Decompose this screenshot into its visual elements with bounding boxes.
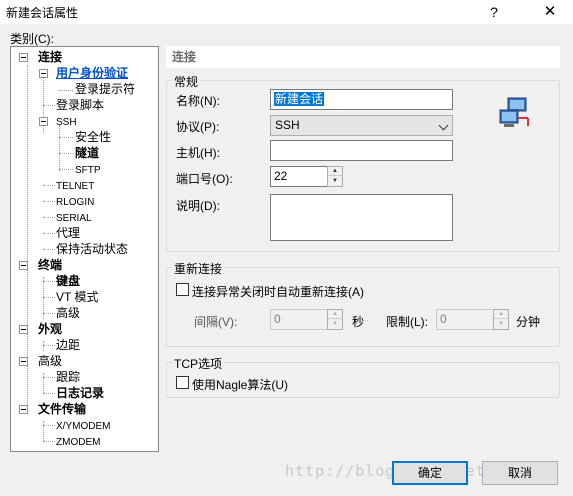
limit-input[interactable]: 0 [436, 309, 494, 330]
name-input[interactable]: 新建会话 [270, 89, 453, 110]
tree-item-login-script[interactable]: 登录脚本 [56, 98, 104, 113]
tree-expander-auth[interactable] [39, 69, 48, 78]
reconnect-group-title: 重新连接 [172, 260, 225, 277]
tree-expander-connection[interactable] [19, 53, 28, 62]
tree-item-login-prompt[interactable]: 登录提示符 [75, 82, 135, 97]
limit-label: 限制(L): [386, 315, 429, 329]
interval-unit: 秒 [352, 315, 365, 329]
network-icon [499, 97, 529, 127]
spin-up-icon[interactable]: ▲ [328, 310, 342, 319]
protocol-select[interactable]: SSH [270, 115, 453, 136]
limit-unit: 分钟 [516, 315, 541, 329]
protocol-label: 协议(P): [176, 120, 220, 134]
auto-reconnect-label[interactable]: 连接异常关闭时自动重新连接(A) [192, 283, 364, 300]
auto-reconnect-checkbox[interactable] [176, 283, 189, 296]
tree-item-ssh[interactable]: SSH [56, 115, 77, 130]
help-button[interactable]: ? [480, 2, 508, 22]
ok-button[interactable]: 确定 [392, 461, 468, 485]
tree-item-terminal-advanced[interactable]: 高级 [56, 306, 80, 321]
name-input-value: 新建会话 [274, 92, 325, 106]
spin-down-icon[interactable]: ▼ [328, 177, 342, 186]
tree-item-trace[interactable]: 跟踪 [56, 370, 80, 385]
tree-expander-advanced[interactable] [19, 357, 28, 366]
tree-expander-file-transfer[interactable] [19, 405, 28, 414]
tree-item-keepalive[interactable]: 保持活动状态 [56, 242, 128, 257]
cancel-button[interactable]: 取消 [482, 461, 558, 485]
name-label: 名称(N): [176, 94, 220, 108]
tree-item-security[interactable]: 安全性 [75, 130, 111, 145]
chevron-down-icon [438, 120, 449, 131]
tree-item-telnet[interactable]: TELNET [56, 179, 94, 194]
spin-down-icon[interactable]: ▼ [328, 320, 342, 329]
panel-header: 连接 [166, 46, 560, 68]
host-label: 主机(H): [176, 146, 220, 160]
interval-spinner[interactable]: ▲ ▼ [327, 309, 343, 330]
tree-item-keyboard[interactable]: 键盘 [56, 274, 80, 289]
window-title: 新建会话属性 [6, 6, 79, 20]
spin-up-icon[interactable]: ▲ [494, 310, 508, 319]
category-label: 类别(C): [10, 32, 54, 46]
port-input[interactable]: 22 [270, 166, 328, 187]
tree-item-proxy[interactable]: 代理 [56, 226, 80, 241]
spin-down-icon[interactable]: ▼ [494, 320, 508, 329]
limit-spinner[interactable]: ▲ ▼ [493, 309, 509, 330]
tree-item-margins[interactable]: 边距 [56, 338, 80, 353]
tcp-group-title: TCP选项 [172, 355, 225, 372]
interval-input[interactable]: 0 [270, 309, 328, 330]
tree-item-advanced[interactable]: 高级 [38, 354, 62, 369]
tree-item-tunnel[interactable]: 隧道 [75, 146, 99, 161]
tree-item-connection[interactable]: 连接 [38, 50, 62, 65]
title-bar: 新建会话属性 ? ✕ [0, 0, 573, 24]
tree-expander-terminal[interactable] [19, 261, 28, 270]
general-group-title: 常规 [172, 73, 201, 90]
host-input[interactable] [270, 140, 453, 161]
tree-item-vt-mode[interactable]: VT 模式 [56, 290, 98, 305]
tree-item-file-transfer[interactable]: 文件传输 [38, 402, 86, 417]
tree-item-auth[interactable]: 用户身份验证 [56, 66, 129, 81]
tree-item-zmodem[interactable]: ZMODEM [56, 435, 100, 450]
nagle-checkbox[interactable] [176, 376, 189, 389]
tree-item-rlogin[interactable]: RLOGIN [56, 195, 94, 210]
description-label: 说明(D): [176, 199, 220, 213]
tree-item-logging[interactable]: 日志记录 [56, 386, 104, 401]
interval-label: 间隔(V): [194, 315, 238, 329]
category-tree[interactable]: 连接 用户身份验证 登录提示符 登录脚本 SSH 安全性 隧道 SFTP TEL… [10, 46, 159, 452]
tree-item-serial[interactable]: SERIAL [56, 211, 92, 226]
reconnect-group [166, 267, 560, 347]
description-textarea[interactable] [270, 194, 453, 241]
tree-item-xymodem[interactable]: X/YMODEM [56, 419, 110, 434]
spin-up-icon[interactable]: ▲ [328, 167, 342, 176]
tree-item-terminal[interactable]: 终端 [38, 258, 62, 273]
port-spinner[interactable]: ▲ ▼ [327, 166, 343, 187]
close-button[interactable]: ✕ [536, 2, 564, 22]
port-label: 端口号(O): [176, 172, 233, 186]
tree-expander-ssh[interactable] [39, 117, 48, 126]
tree-item-sftp[interactable]: SFTP [75, 163, 101, 178]
protocol-select-value: SSH [275, 118, 300, 132]
nagle-label[interactable]: 使用Nagle算法(U) [192, 376, 288, 393]
tree-item-appearance[interactable]: 外观 [38, 322, 62, 337]
tree-expander-appearance[interactable] [19, 325, 28, 334]
